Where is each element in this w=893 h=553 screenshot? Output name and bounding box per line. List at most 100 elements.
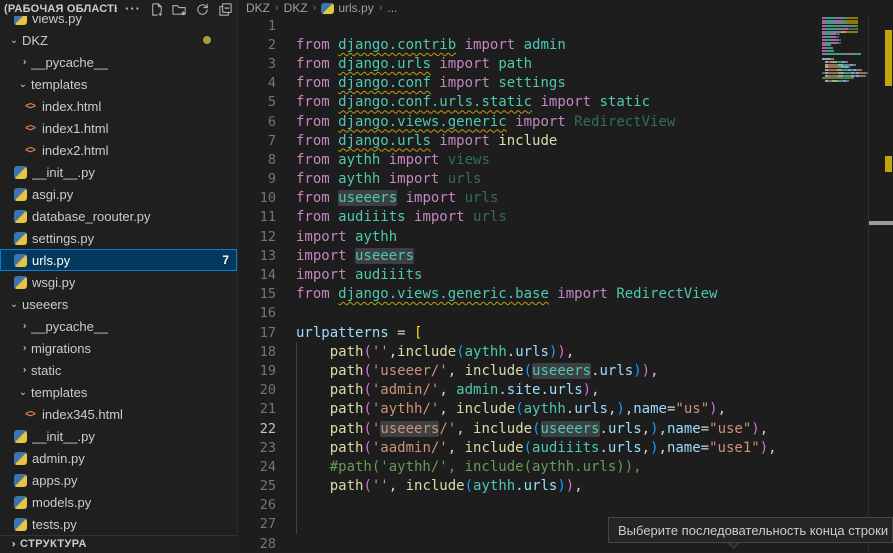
minimap-segment <box>838 42 841 44</box>
code-token: = <box>389 325 414 341</box>
code-token: import <box>549 286 616 302</box>
code-line-25[interactable]: 25 path('', include(aythh.urls)), <box>239 477 893 496</box>
editor-pane[interactable]: DKZ›DKZ›urls.py›... 12from django.contri… <box>239 0 893 552</box>
breadcrumb-item[interactable]: ... <box>387 1 397 15</box>
tree-folder-templates[interactable]: ⌄templates <box>0 73 237 95</box>
tree-folder-useeers[interactable]: ⌄useeers <box>0 293 237 315</box>
code-token: ) <box>650 421 658 437</box>
line-number: 2 <box>239 37 276 53</box>
breadcrumb-item[interactable]: DKZ <box>284 1 308 15</box>
code-text: from django.urls import include <box>276 133 557 149</box>
html-file-icon: <> <box>22 409 38 420</box>
code-line-20[interactable]: 20 path('admin/', admin.site.urls), <box>239 381 893 400</box>
code-line-18[interactable]: 18 path('',include(aythh.urls)), <box>239 342 893 361</box>
tree-file-views.py[interactable]: views.py <box>0 16 237 29</box>
code-line-16[interactable]: 16 <box>239 304 893 323</box>
code-token: import <box>431 133 498 149</box>
minimap-line <box>822 39 841 41</box>
code-line-26[interactable]: 26 <box>239 496 893 515</box>
tree-item-label: index1.html <box>42 121 108 136</box>
breadcrumb-item[interactable]: urls.py <box>321 1 373 15</box>
code-line-2[interactable]: 2from django.contrib import admin <box>239 35 893 54</box>
code-text: path('',include(aythh.urls)), <box>276 344 574 360</box>
code-token: from <box>296 94 338 110</box>
tree-folder-DKZ[interactable]: ⌄DKZ <box>0 29 237 51</box>
scrollbar[interactable] <box>868 14 893 552</box>
new-folder-icon[interactable] <box>171 1 187 17</box>
code-line-6[interactable]: 6from django.views.generic import Redire… <box>239 112 893 131</box>
tree-file-asgi.py[interactable]: asgi.py <box>0 183 237 205</box>
code-token: import <box>532 94 599 110</box>
code-line-23[interactable]: 23 path('aadmin/', include(audiiits.urls… <box>239 438 893 457</box>
code-token: . <box>540 382 548 398</box>
tree-folder-__pycache__[interactable]: ⌄__pycache__ <box>0 51 237 73</box>
tree-file-index2.html[interactable]: <>index2.html <box>0 139 237 161</box>
code-text: import audiiits <box>276 267 422 283</box>
tree-folder-__pycache__[interactable]: ⌄__pycache__ <box>0 315 237 337</box>
tree-file-index.html[interactable]: <>index.html <box>0 95 237 117</box>
code-text: import useeers <box>276 248 414 264</box>
code-line-17[interactable]: 17urlpatterns = [ <box>239 323 893 342</box>
outline-label: СТРУКТУРА <box>20 538 87 550</box>
outline-section-header[interactable]: ⌄ СТРУКТУРА <box>0 535 238 552</box>
code-line-9[interactable]: 9from aythh import urls <box>239 170 893 189</box>
tree-folder-templates[interactable]: ⌄templates <box>0 381 237 403</box>
tree-file-admin.py[interactable]: admin.py <box>0 447 237 469</box>
code-token: ( <box>363 478 371 494</box>
tree-file-__init__.py[interactable]: __init__.py <box>0 425 237 447</box>
code-line-11[interactable]: 11from audiiits import urls <box>239 208 893 227</box>
code-line-7[interactable]: 7from django.urls import include <box>239 131 893 150</box>
code-area[interactable]: 12from django.contrib import admin3from … <box>239 16 893 552</box>
line-number: 15 <box>239 286 276 302</box>
code-line-19[interactable]: 19 path('useeer/', include(useeers.urls)… <box>239 361 893 380</box>
code-line-15[interactable]: 15from django.views.generic.base import … <box>239 285 893 304</box>
code-line-8[interactable]: 8from aythh import views <box>239 150 893 169</box>
breadcrumb-label: urls.py <box>338 1 373 15</box>
tree-file-apps.py[interactable]: apps.py <box>0 469 237 491</box>
code-line-5[interactable]: 5from django.conf.urls.static import sta… <box>239 93 893 112</box>
code-line-21[interactable]: 21 path('aythh/', include(aythh.urls,),n… <box>239 400 893 419</box>
tree-file-settings.py[interactable]: settings.py <box>0 227 237 249</box>
tree-item-label: useeers <box>22 297 68 312</box>
tree-file-index1.html[interactable]: <>index1.html <box>0 117 237 139</box>
code-line-24[interactable]: 24 #path('aythh/', include(aythh.urls)), <box>239 457 893 476</box>
tree-file-database_roouter.py[interactable]: database_roouter.py <box>0 205 237 227</box>
code-token: . <box>599 440 607 456</box>
code-token <box>296 421 330 437</box>
collapse-folders-icon[interactable] <box>217 1 233 17</box>
code-token: ( <box>515 401 523 417</box>
code-line-4[interactable]: 4from django.conf import settings <box>239 74 893 93</box>
code-line-14[interactable]: 14import audiiits <box>239 265 893 284</box>
tree-file-wsgi.py[interactable]: wsgi.py <box>0 271 237 293</box>
code-token: , <box>389 478 406 494</box>
code-token: 'aythh/' <box>372 401 439 417</box>
tree-file-urls.py[interactable]: urls.py7 <box>0 249 237 271</box>
minimap-line <box>822 75 866 77</box>
tree-file-index345.html[interactable]: <>index345.html <box>0 403 237 425</box>
code-line-3[interactable]: 3from django.urls import path <box>239 54 893 73</box>
code-line-22[interactable]: 22 path('useeers/', include(useeers.urls… <box>239 419 893 438</box>
breadcrumb-item[interactable]: DKZ <box>246 1 270 15</box>
tree-folder-migrations[interactable]: ⌄migrations <box>0 337 237 359</box>
new-file-icon[interactable] <box>148 1 164 17</box>
code-text: from django.conf import settings <box>276 75 566 91</box>
tree-file-models.py[interactable]: models.py <box>0 491 237 513</box>
code-token: ) <box>633 363 641 379</box>
code-line-12[interactable]: 12import aythh <box>239 227 893 246</box>
refresh-icon[interactable] <box>194 1 210 17</box>
code-token: include <box>473 421 532 437</box>
line-number: 14 <box>239 267 276 283</box>
tree-file-tests.py[interactable]: tests.py <box>0 513 237 535</box>
code-line-10[interactable]: 10from useeers import urls <box>239 189 893 208</box>
more-actions-icon[interactable]: ··· <box>125 1 141 17</box>
code-token: ) <box>557 344 565 360</box>
code-token: ( <box>363 401 371 417</box>
code-line-1[interactable]: 1 <box>239 16 893 35</box>
tree-file-__init__.py[interactable]: __init__.py <box>0 161 237 183</box>
code-token: , <box>566 344 574 360</box>
code-line-13[interactable]: 13import useeers <box>239 246 893 265</box>
tree-folder-static[interactable]: ⌄static <box>0 359 237 381</box>
eol-sequence-tooltip: Выберите последовательность конца строки <box>608 517 893 543</box>
breadcrumb-separator-icon: › <box>272 2 282 14</box>
minimap-segment <box>826 25 844 27</box>
